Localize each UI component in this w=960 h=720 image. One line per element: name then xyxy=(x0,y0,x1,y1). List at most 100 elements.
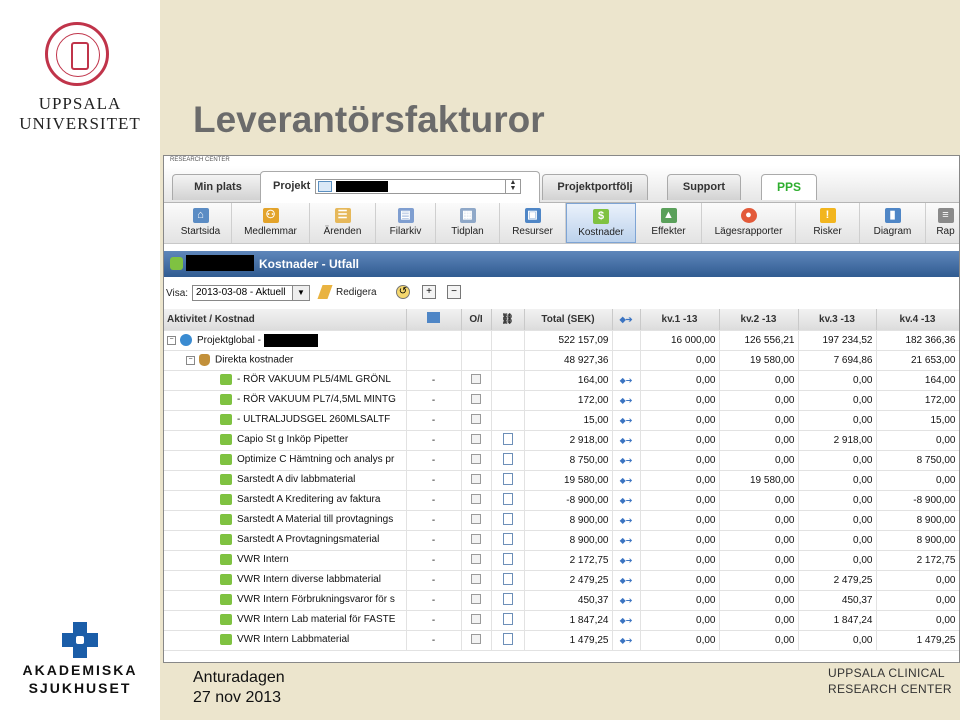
col-header-hierarchy[interactable] xyxy=(406,309,462,331)
document-icon[interactable] xyxy=(502,572,513,585)
row-transfer-cell[interactable]: ◆➔ xyxy=(612,430,641,451)
toolbar-kostnader[interactable]: $ Kostnader xyxy=(566,203,636,243)
checkbox[interactable] xyxy=(471,373,481,384)
row-name-cell[interactable]: Optimize C Hämtning och analys pr xyxy=(164,450,407,471)
row-link-cell[interactable] xyxy=(461,470,492,491)
row-link-cell[interactable] xyxy=(461,550,492,571)
table-row[interactable]: Sarstedt A Material till provtagnings - 8 … xyxy=(164,510,959,531)
row-transfer-cell[interactable]: ◆➔ xyxy=(612,490,641,511)
row-link-cell[interactable] xyxy=(461,450,492,471)
tab-projekt[interactable]: Projekt ▲ ▼ xyxy=(260,171,540,203)
transfer-arrows-icon[interactable]: ◆➔ xyxy=(620,556,633,565)
toolbar-startsida[interactable]: ⌂ Startsida xyxy=(170,203,232,243)
row-name-cell[interactable]: − Projektglobal - xyxy=(164,330,407,351)
col-header-q3[interactable]: kv.3 -13 xyxy=(798,309,877,331)
toolbar-resurser[interactable]: ▣ Resurser xyxy=(500,203,566,243)
checkbox[interactable] xyxy=(471,413,481,424)
table-row[interactable]: VWR Intern Labbmaterial -1 479,25 ◆➔ 0,00 0,… xyxy=(164,630,959,651)
row-doc-cell[interactable] xyxy=(491,630,525,651)
checkbox[interactable] xyxy=(471,633,481,644)
col-header-link[interactable]: ⛓ xyxy=(491,309,525,331)
row-transfer-cell[interactable]: ◆➔ xyxy=(612,590,641,611)
row-doc-cell[interactable] xyxy=(491,430,525,451)
col-header-transfer[interactable]: ◆➔ xyxy=(612,309,641,331)
table-row[interactable]: - RÖR VAKUUM PL7/4,5ML MINTG - 172,00 ◆➔ 0,0… xyxy=(164,390,959,411)
row-link-cell[interactable] xyxy=(461,370,492,391)
row-name-cell[interactable]: Sarstedt A Kreditering av faktura xyxy=(164,490,407,511)
row-transfer-cell[interactable]: ◆➔ xyxy=(612,450,641,471)
row-transfer-cell[interactable]: ◆➔ xyxy=(612,630,641,651)
table-row[interactable]: - ULTRALJUDSGEL 260MLSALTF -15,00 ◆➔ 0,00 0,… xyxy=(164,410,959,431)
document-icon[interactable] xyxy=(502,472,513,485)
row-link-cell[interactable] xyxy=(461,390,492,411)
project-select[interactable]: ▲ ▼ xyxy=(315,179,521,194)
checkbox[interactable] xyxy=(471,453,481,464)
row-name-cell[interactable]: - RÖR VAKUUM PL7/4,5ML MINTG xyxy=(164,390,407,411)
row-transfer-cell[interactable]: ◆➔ xyxy=(612,390,641,411)
row-link-cell[interactable] xyxy=(461,590,492,611)
toolbar-medlemmar[interactable]: ⚇ Medlemmar xyxy=(232,203,310,243)
toolbar-diagram[interactable]: ▮ Diagram xyxy=(860,203,926,243)
transfer-arrows-icon[interactable]: ◆➔ xyxy=(620,436,633,445)
row-doc-cell[interactable] xyxy=(491,450,525,471)
row-transfer-cell[interactable]: ◆➔ xyxy=(612,370,641,391)
table-row[interactable]: VWR Intern Förbrukningsvaror för s - 450,3… xyxy=(164,590,959,611)
checkbox[interactable] xyxy=(471,573,481,584)
toolbar-arenden[interactable]: ☰ Ärenden xyxy=(310,203,376,243)
row-name-cell[interactable]: VWR Intern Labbmaterial xyxy=(164,630,407,651)
tab-min-plats[interactable]: Min plats xyxy=(172,174,264,200)
col-header-q1[interactable]: kv.1 -13 xyxy=(640,309,720,331)
row-link-cell[interactable] xyxy=(461,510,492,531)
history-icon[interactable]: ↺ xyxy=(396,285,410,299)
row-link-cell[interactable] xyxy=(461,570,492,591)
row-name-cell[interactable]: Sarstedt A Provtagningsmaterial xyxy=(164,530,407,551)
table-row[interactable]: - RÖR VAKUUM PL5/4ML GRÖNL -164,00 ◆➔ 0,00 0… xyxy=(164,370,959,391)
row-name-cell[interactable]: Sarstedt A div labbmaterial xyxy=(164,470,407,491)
transfer-arrows-icon[interactable]: ◆➔ xyxy=(620,476,633,485)
table-row[interactable]: − Projektglobal - 522 157,09 16 000,00 126 5… xyxy=(164,330,959,351)
checkbox[interactable] xyxy=(471,493,481,504)
row-name-cell[interactable]: Capio St g Inköp Pipetter xyxy=(164,430,407,451)
row-doc-cell[interactable] xyxy=(491,590,525,611)
checkbox[interactable] xyxy=(471,553,481,564)
transfer-arrows-icon[interactable]: ◆➔ xyxy=(620,416,633,425)
collapse-icon[interactable]: − xyxy=(167,335,176,345)
row-transfer-cell[interactable]: ◆➔ xyxy=(612,470,641,491)
toolbar-risker[interactable]: ! Risker xyxy=(796,203,860,243)
checkbox[interactable] xyxy=(471,533,481,544)
table-row[interactable]: Sarstedt A Kreditering av faktura - -8 900… xyxy=(164,490,959,511)
version-select[interactable]: 2013-03-08 - Aktuell ▼ xyxy=(192,285,310,301)
document-icon[interactable] xyxy=(502,632,513,645)
transfer-arrows-icon[interactable]: ◆➔ xyxy=(620,616,633,625)
transfer-arrows-icon[interactable]: ◆➔ xyxy=(620,456,633,465)
collapse-all-icon[interactable]: − xyxy=(447,285,461,299)
row-link-cell[interactable] xyxy=(461,430,492,451)
expand-all-icon[interactable]: + xyxy=(422,285,436,299)
row-name-cell[interactable]: VWR Intern Förbrukningsvaror för s xyxy=(164,590,407,611)
row-link-cell[interactable] xyxy=(461,530,492,551)
collapse-icon[interactable]: − xyxy=(186,355,195,365)
toolbar-rap[interactable]: ≡ Rap xyxy=(926,203,959,243)
document-icon[interactable] xyxy=(502,452,513,465)
row-link-cell[interactable] xyxy=(461,630,492,651)
document-icon[interactable] xyxy=(502,592,513,605)
checkbox[interactable] xyxy=(471,473,481,484)
row-doc-cell[interactable] xyxy=(491,570,525,591)
col-header-oi[interactable]: O/I xyxy=(461,309,492,331)
row-name-cell[interactable]: VWR Intern xyxy=(164,550,407,571)
col-header-total[interactable]: Total (SEK) xyxy=(524,309,613,331)
tab-projektportfolj[interactable]: Projektportfölj xyxy=(542,174,648,200)
checkbox[interactable] xyxy=(471,593,481,604)
row-transfer-cell[interactable]: ◆➔ xyxy=(612,610,641,631)
row-link-cell[interactable] xyxy=(461,490,492,511)
row-doc-cell[interactable] xyxy=(491,510,525,531)
tab-pps[interactable]: PPS xyxy=(761,174,817,200)
row-name-cell[interactable]: VWR Intern Lab material för FASTE xyxy=(164,610,407,631)
row-doc-cell[interactable] xyxy=(491,490,525,511)
row-link-cell[interactable] xyxy=(461,610,492,631)
checkbox[interactable] xyxy=(471,393,481,404)
row-link-cell[interactable] xyxy=(461,410,492,431)
row-name-cell[interactable]: - RÖR VAKUUM PL5/4ML GRÖNL xyxy=(164,370,407,391)
transfer-arrows-icon[interactable]: ◆➔ xyxy=(620,536,633,545)
row-transfer-cell[interactable]: ◆➔ xyxy=(612,530,641,551)
